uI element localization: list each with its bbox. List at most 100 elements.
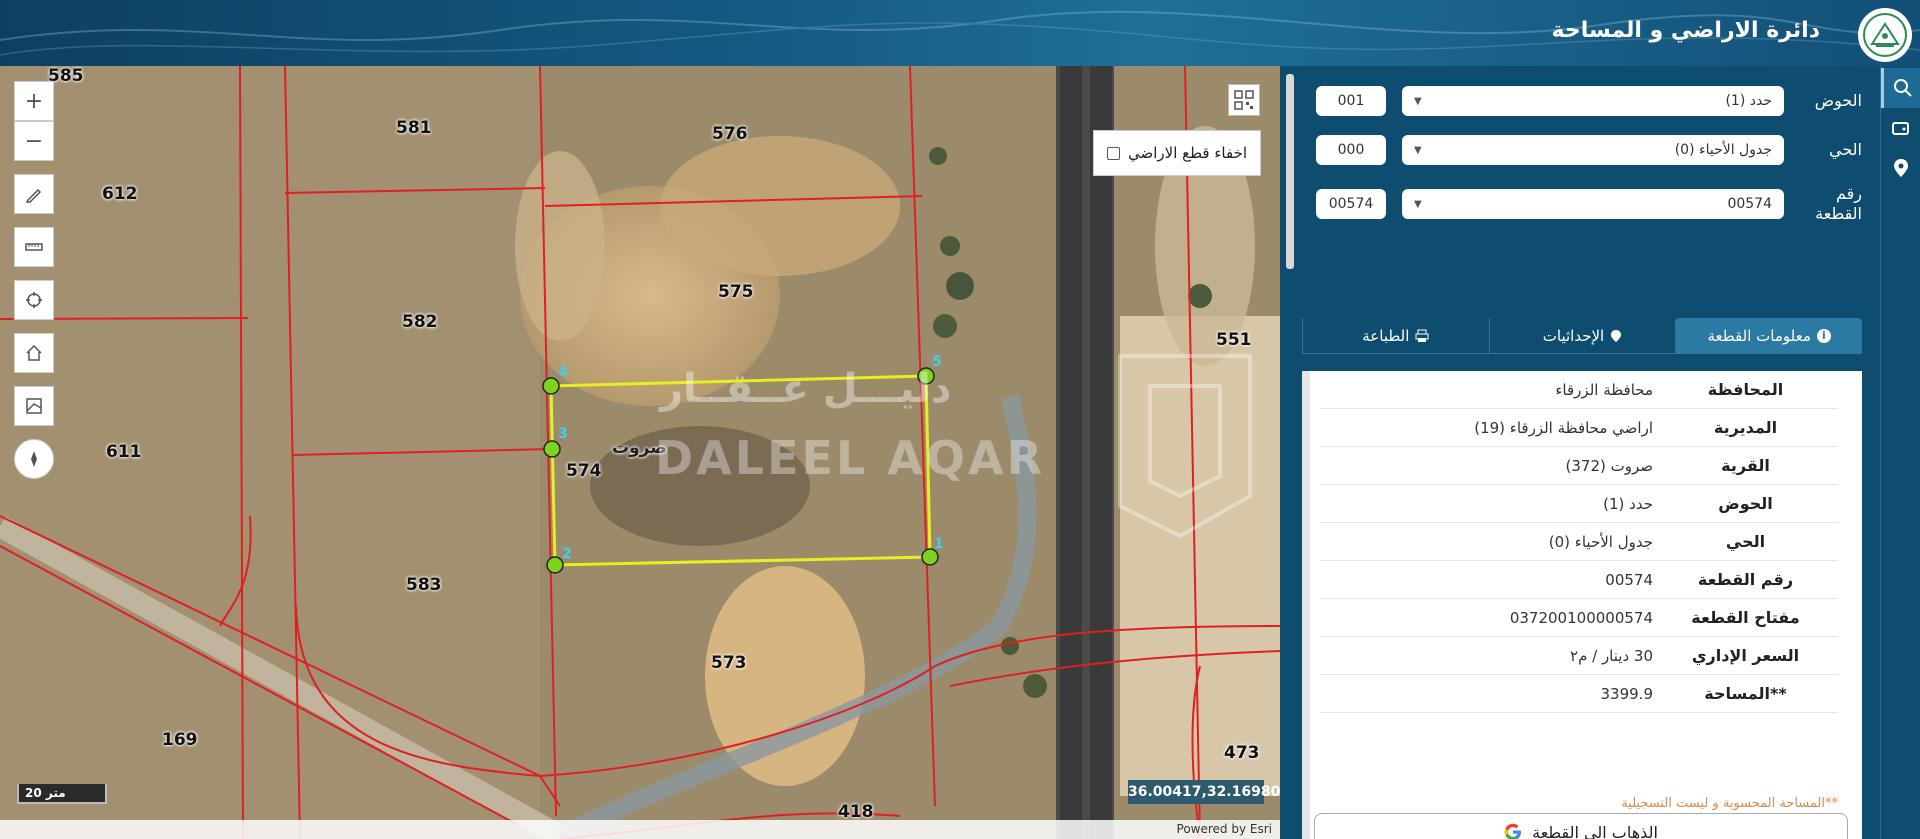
- parcel-label-583[interactable]: 583: [406, 575, 442, 595]
- info-key: الحي: [1725, 532, 1766, 551]
- chevron-down-icon: ▼: [1414, 95, 1422, 107]
- info-value: جدول الأحياء (0): [1548, 532, 1653, 551]
- measure-tool-button[interactable]: [14, 227, 54, 267]
- layers-icon: [26, 398, 42, 414]
- location-nav-button[interactable]: [1881, 148, 1920, 188]
- coordinates-readout: 36.00417,32.16980: [1128, 780, 1280, 804]
- tab-coordinates-label: الإحداثيات: [1542, 326, 1605, 345]
- parcel-number-select[interactable]: 00574 ▼: [1402, 189, 1784, 219]
- vertex-label-1: 1: [934, 536, 944, 552]
- locate-button[interactable]: [14, 280, 54, 320]
- pencil-icon: [25, 188, 42, 203]
- esri-attribution[interactable]: Powered by Esri: [1177, 822, 1272, 836]
- info-icon: i: [1816, 328, 1831, 343]
- parcel-number-label: رقم القطعة: [1815, 184, 1862, 223]
- basin-select[interactable]: حدد (1) ▼: [1402, 86, 1784, 116]
- vertex-label-3: 3: [558, 426, 568, 442]
- dls-logo: [1858, 8, 1912, 62]
- tab-parcel-info[interactable]: i معلومات القطعة: [1675, 318, 1862, 353]
- info-value: 30 دينار / م٢: [1570, 646, 1653, 665]
- chevron-down-icon: ▼: [1414, 198, 1422, 210]
- info-value: 3399.9: [1600, 684, 1654, 703]
- page-title: دائرة الاراضي و المساحة: [1551, 18, 1820, 43]
- google-icon: [1504, 823, 1522, 839]
- parcel-label-612[interactable]: 612: [102, 184, 138, 204]
- district-select[interactable]: جدول الأحياء (0) ▼: [1402, 135, 1784, 165]
- qr-code-icon: [1234, 90, 1254, 110]
- district-label: الحي: [1829, 140, 1862, 159]
- district-code-input[interactable]: 000: [1316, 135, 1386, 165]
- info-key: المديرية: [1713, 418, 1778, 437]
- map-view[interactable]: صروت دليـــل عــقــار DALEEL AQAR 585 58…: [0, 66, 1280, 839]
- location-pin-icon: [1611, 329, 1622, 342]
- compass-icon: [31, 451, 37, 467]
- info-row: المحافظة محافظة الزرقاء: [1320, 371, 1838, 409]
- go-to-parcel-label: الذهاب الى القطعة: [1532, 822, 1658, 839]
- basemap-button[interactable]: [14, 386, 54, 426]
- info-scrollbar[interactable]: [1302, 371, 1310, 839]
- parcel-info-table: المحافظة محافظة الزرقاء المديرية اراضي محاف…: [1320, 371, 1838, 713]
- qr-code-button[interactable]: [1228, 84, 1260, 116]
- parcel-number-code-input[interactable]: 00574: [1316, 189, 1386, 219]
- hide-parcels-checkbox[interactable]: [1106, 146, 1120, 160]
- compass-button[interactable]: [14, 439, 54, 479]
- parcel-number-row: رقم القطعة 00574 ▼ 00574: [1316, 184, 1862, 224]
- parcel-label-575[interactable]: 575: [718, 282, 754, 302]
- panel-tabs: i معلومات القطعة الإحداثيات الطباعة: [1301, 318, 1862, 354]
- parcel-panel: الحوض حدد (1) ▼ 001 الحي جدول الأحياء (0…: [1280, 66, 1880, 839]
- parcel-label-576[interactable]: 576: [712, 124, 748, 144]
- printer-icon: [1415, 329, 1429, 342]
- info-value: 00574: [1605, 570, 1653, 589]
- info-value: حدد (1): [1603, 494, 1653, 513]
- basin-code-input[interactable]: 001: [1316, 86, 1386, 116]
- chevron-down-icon: ▼: [1414, 144, 1422, 156]
- home-button[interactable]: [14, 333, 54, 373]
- go-to-parcel-button[interactable]: الذهاب الى القطعة: [1314, 813, 1848, 839]
- info-value: 037200100000574: [1509, 608, 1653, 627]
- tab-parcel-info-label: معلومات القطعة: [1707, 326, 1811, 345]
- draw-tool-button[interactable]: [14, 174, 54, 214]
- parcel-label-582[interactable]: 582: [402, 312, 438, 332]
- parcel-label-473[interactable]: 473: [1224, 743, 1260, 763]
- zoom-out-button[interactable]: −: [14, 121, 54, 161]
- vertex-label-4: 4: [558, 364, 568, 380]
- wallet-icon: [1892, 122, 1909, 135]
- district-row: الحي جدول الأحياء (0) ▼ 000: [1316, 135, 1862, 165]
- map-toolbar: + −: [14, 81, 54, 484]
- tab-print-label: الطباعة: [1362, 326, 1410, 345]
- vertex-label-2: 2: [562, 546, 572, 562]
- info-row: مفتاح القطعة 037200100000574: [1320, 599, 1838, 637]
- parcel-label-551[interactable]: 551: [1216, 330, 1252, 350]
- hide-parcels-toggle[interactable]: اخفاء قطع الاراضي: [1093, 130, 1261, 176]
- info-row: القرية صروت (372): [1320, 447, 1838, 485]
- tab-coordinates[interactable]: الإحداثيات: [1488, 318, 1676, 353]
- info-row: رقم القطعة 00574: [1320, 561, 1838, 599]
- info-value: محافظة الزرقاء: [1555, 380, 1653, 399]
- parcel-label-574[interactable]: 574: [566, 461, 602, 481]
- scale-bar: 20 متر: [17, 784, 107, 804]
- info-key: السعر الإداري: [1691, 646, 1800, 665]
- info-row: **المساحة 3399.9: [1320, 675, 1838, 713]
- info-key: المحافظة: [1707, 380, 1784, 399]
- parcel-label-581[interactable]: 581: [396, 118, 432, 138]
- info-key: رقم القطعة: [1697, 570, 1794, 589]
- hide-parcels-label: اخفاء قطع الاراضي: [1127, 144, 1248, 162]
- zoom-in-button[interactable]: +: [14, 81, 54, 121]
- map-attribution: Powered by Esri: [0, 820, 1280, 839]
- wallet-nav-button[interactable]: [1881, 108, 1920, 148]
- map-pin-icon: [1894, 159, 1908, 177]
- tab-print[interactable]: الطباعة: [1301, 318, 1489, 353]
- parcel-label-169[interactable]: 169: [162, 730, 198, 750]
- info-key: القرية: [1721, 456, 1770, 475]
- parcel-number-select-value: 00574: [1727, 196, 1772, 212]
- info-row: السعر الإداري 30 دينار / م٢: [1320, 637, 1838, 675]
- basin-label: الحوض: [1814, 91, 1862, 110]
- parcel-label-611[interactable]: 611: [106, 442, 142, 462]
- parcel-label-573[interactable]: 573: [711, 653, 747, 673]
- watermark-english: DALEEL AQAR: [655, 431, 1045, 485]
- home-icon: [26, 344, 42, 361]
- search-nav-button[interactable]: [1881, 68, 1920, 108]
- parcel-label-418[interactable]: 418: [838, 802, 874, 822]
- search-icon: [1893, 79, 1912, 97]
- panel-scrollbar[interactable]: [1286, 74, 1294, 269]
